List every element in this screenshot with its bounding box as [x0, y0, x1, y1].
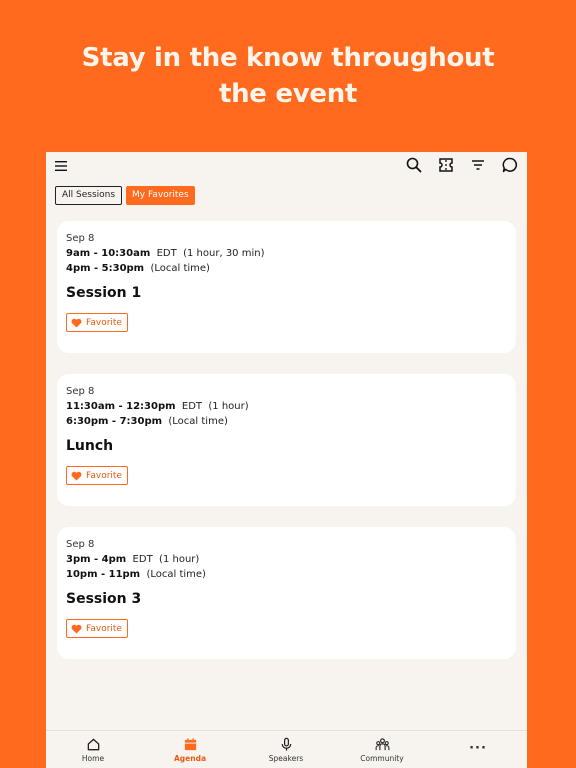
more-icon: ···	[469, 741, 487, 756]
app-store-screenshot: Stay in the know throughout the event Al…	[0, 0, 576, 768]
local-time-label: (Local time)	[150, 263, 210, 274]
local-time-range: 6:30pm - 7:30pm	[66, 416, 163, 427]
session-event-time: 11:30am - 12:30pm EDT (1 hour)	[66, 401, 249, 412]
session-duration: (1 hour, 30 min)	[183, 248, 265, 259]
top-bar	[46, 152, 527, 180]
headline-line-2: the event	[218, 79, 358, 109]
session-local-time: 4pm - 5:30pm (Local time)	[66, 263, 210, 274]
heart-icon	[71, 318, 82, 328]
nav-agenda[interactable]: Agenda	[155, 737, 225, 763]
nav-agenda-label: Agenda	[173, 754, 207, 763]
search-icon[interactable]	[405, 156, 423, 174]
local-time-label: (Local time)	[168, 416, 228, 427]
local-time-range: 10pm - 11pm	[66, 569, 141, 580]
community-icon	[375, 738, 389, 751]
chat-icon[interactable]	[501, 156, 519, 174]
event-timezone: EDT	[132, 554, 153, 565]
session-local-time: 10pm - 11pm (Local time)	[66, 569, 206, 580]
all-sessions-chip[interactable]: All Sessions	[55, 186, 123, 205]
menu-icon[interactable]	[54, 159, 68, 173]
favorite-label: Favorite	[86, 317, 122, 328]
event-timezone: EDT	[156, 248, 177, 259]
session-event-time: 3pm - 4pm EDT (1 hour)	[66, 554, 199, 565]
nav-speakers-label: Speakers	[268, 754, 304, 763]
session-title: Session 3	[66, 591, 142, 607]
session-duration: (1 hour)	[159, 554, 200, 565]
favorite-button[interactable]: Favorite	[66, 619, 128, 638]
nav-home[interactable]: Home	[58, 737, 128, 763]
nav-community[interactable]: Community	[347, 737, 417, 763]
favorite-button[interactable]: Favorite	[66, 466, 128, 485]
session-card[interactable]: Sep 8 3pm - 4pm EDT (1 hour) 10pm - 11pm…	[57, 527, 516, 659]
filter-chips: All Sessions My Favorites	[55, 186, 195, 205]
session-local-time: 6:30pm - 7:30pm (Local time)	[66, 416, 228, 427]
microphone-icon	[281, 737, 291, 751]
session-duration: (1 hour)	[208, 401, 249, 412]
filter-icon[interactable]	[469, 156, 487, 174]
session-date: Sep 8	[66, 539, 95, 550]
app-screen: All Sessions My Favorites Sep 8 9am - 10…	[46, 152, 527, 768]
favorite-label: Favorite	[86, 470, 122, 481]
nav-speakers[interactable]: Speakers	[251, 737, 321, 763]
session-card[interactable]: Sep 8 9am - 10:30am EDT (1 hour, 30 min)…	[57, 221, 516, 353]
nav-more[interactable]: ···	[443, 741, 513, 756]
calendar-icon	[184, 738, 196, 751]
heart-icon	[71, 471, 82, 481]
headline-line-1: Stay in the know throughout	[81, 43, 495, 73]
ticket-icon[interactable]	[437, 156, 455, 174]
my-favorites-chip[interactable]: My Favorites	[126, 186, 195, 205]
local-time-range: 4pm - 5:30pm	[66, 263, 145, 274]
session-date: Sep 8	[66, 386, 95, 397]
session-title: Lunch	[66, 438, 114, 454]
session-event-time: 9am - 10:30am EDT (1 hour, 30 min)	[66, 248, 264, 259]
event-timezone: EDT	[181, 401, 203, 412]
session-card[interactable]: Sep 8 11:30am - 12:30pm EDT (1 hour) 6:3…	[57, 374, 516, 506]
nav-community-label: Community	[360, 754, 404, 763]
heart-icon	[71, 624, 82, 634]
home-icon	[87, 738, 99, 751]
favorite-button[interactable]: Favorite	[66, 313, 128, 332]
nav-home-label: Home	[81, 754, 105, 763]
session-title: Session 1	[66, 285, 142, 301]
session-date: Sep 8	[66, 233, 95, 244]
bottom-navigation: Home Agenda Speakers Community ···	[46, 730, 527, 768]
event-time-range: 9am - 10:30am	[66, 248, 151, 259]
top-actions	[405, 156, 519, 174]
local-time-label: (Local time)	[146, 569, 206, 580]
marketing-headline: Stay in the know throughout the event	[0, 40, 576, 112]
favorite-label: Favorite	[86, 623, 122, 634]
event-time-range: 3pm - 4pm	[66, 554, 127, 565]
event-time-range: 11:30am - 12:30pm	[66, 401, 176, 412]
